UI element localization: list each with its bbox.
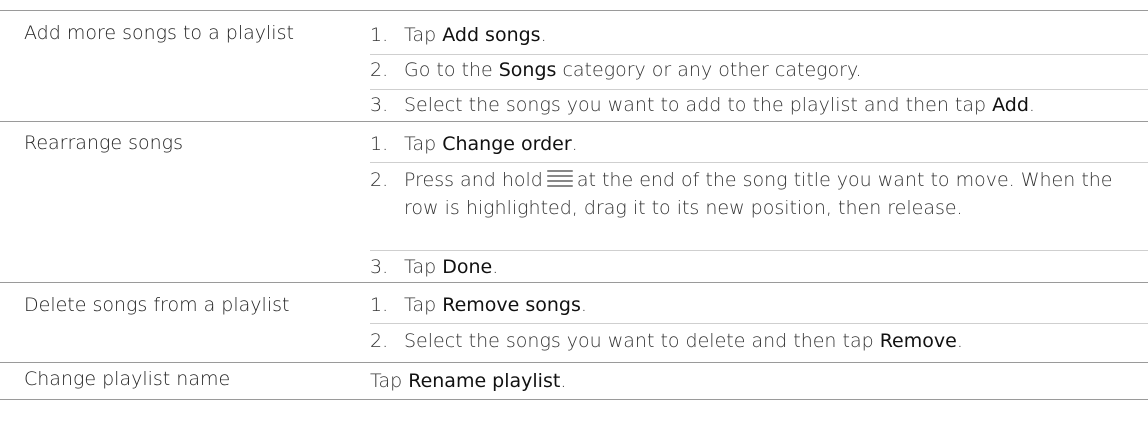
step-number: 1. [370,24,389,46]
table-row: Change playlist name Tap Rename playlist… [0,362,1148,400]
task-label: Rearrange songs [24,132,183,154]
table-row: Delete songs from a playlist 1. Tap Remo… [0,282,1148,362]
step-number: 2. [370,169,389,191]
step-text: Tap Rename playlist. [370,370,567,392]
table-row: Rearrange songs 1. Tap Change order. 2. … [0,121,1148,282]
step-number: 3. [370,256,389,278]
step-number: 1. [370,294,389,316]
step-text: Tap Add songs. [404,24,547,46]
step-text: Tap Change order. [404,133,578,155]
step-text: Tap Done. [404,256,499,278]
step-text: Press and hold at the end of the song tit… [404,168,1113,219]
task-label: Change playlist name [24,368,231,390]
step-number: 3. [370,94,389,116]
step-text: Tap Remove songs. [404,294,587,316]
task-label: Add more songs to a playlist [24,22,294,44]
task-label: Delete songs from a playlist [24,294,290,316]
drag-handle-icon [545,168,575,190]
step-text: Select the songs you want to add to the … [404,94,1035,116]
table-row: Add more songs to a playlist 1. Tap Add … [0,10,1148,122]
step-text: Select the songs you want to delete and … [404,330,963,352]
step-number: 2. [370,59,389,81]
step-text: Go to the Songs category or any other ca… [404,59,862,81]
step-number: 2. [370,330,389,352]
step-number: 1. [370,133,389,155]
